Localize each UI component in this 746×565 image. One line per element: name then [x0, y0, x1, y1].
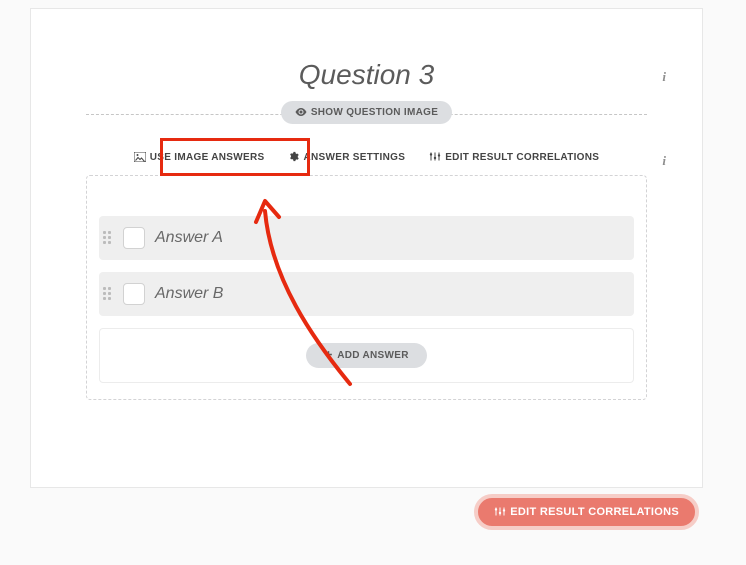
answer-checkbox[interactable]	[123, 227, 145, 249]
question-card: Question 3 i SHOW QUESTION IMAGE USE IMA…	[30, 8, 703, 488]
tab-use-image-answers-label: USE IMAGE ANSWERS	[150, 152, 265, 163]
image-icon	[134, 152, 146, 162]
show-question-image-button[interactable]: SHOW QUESTION IMAGE	[281, 101, 452, 124]
add-answer-bar: ADD ANSWER	[99, 328, 634, 383]
gear-icon	[288, 151, 299, 162]
info-icon[interactable]: i	[662, 153, 666, 169]
tab-answer-settings[interactable]: ANSWER SETTINGS	[280, 145, 413, 169]
edit-result-correlations-button[interactable]: EDIT RESULT CORRELATIONS	[474, 494, 699, 530]
answer-text[interactable]: Answer A	[155, 229, 223, 247]
answer-row: Answer A	[99, 216, 634, 260]
question-title: Question 3	[31, 9, 702, 101]
drag-handle-icon[interactable]	[103, 287, 117, 301]
sliders-icon	[494, 506, 506, 517]
eye-icon	[295, 107, 307, 117]
show-question-image-label: SHOW QUESTION IMAGE	[311, 107, 438, 118]
answer-checkbox[interactable]	[123, 283, 145, 305]
question-image-row: SHOW QUESTION IMAGE	[86, 101, 647, 127]
add-answer-button[interactable]: ADD ANSWER	[306, 343, 427, 368]
sliders-icon	[429, 151, 441, 162]
tab-use-image-answers[interactable]: USE IMAGE ANSWERS	[126, 145, 273, 169]
tab-answer-settings-label: ANSWER SETTINGS	[303, 152, 405, 163]
plus-icon	[324, 350, 333, 359]
answer-text[interactable]: Answer B	[155, 285, 223, 303]
tab-edit-result-correlations-label: EDIT RESULT CORRELATIONS	[445, 152, 599, 163]
answer-row: Answer B	[99, 272, 634, 316]
tabs-row: USE IMAGE ANSWERS ANSWER SETTINGS EDIT R…	[31, 145, 702, 169]
add-answer-label: ADD ANSWER	[337, 350, 409, 361]
drag-handle-icon[interactable]	[103, 231, 117, 245]
tab-edit-result-correlations[interactable]: EDIT RESULT CORRELATIONS	[421, 145, 607, 169]
answers-section: Answer A Answer B ADD ANSWER	[86, 175, 647, 400]
info-icon[interactable]: i	[662, 69, 666, 85]
edit-result-correlations-label: EDIT RESULT CORRELATIONS	[510, 506, 679, 518]
